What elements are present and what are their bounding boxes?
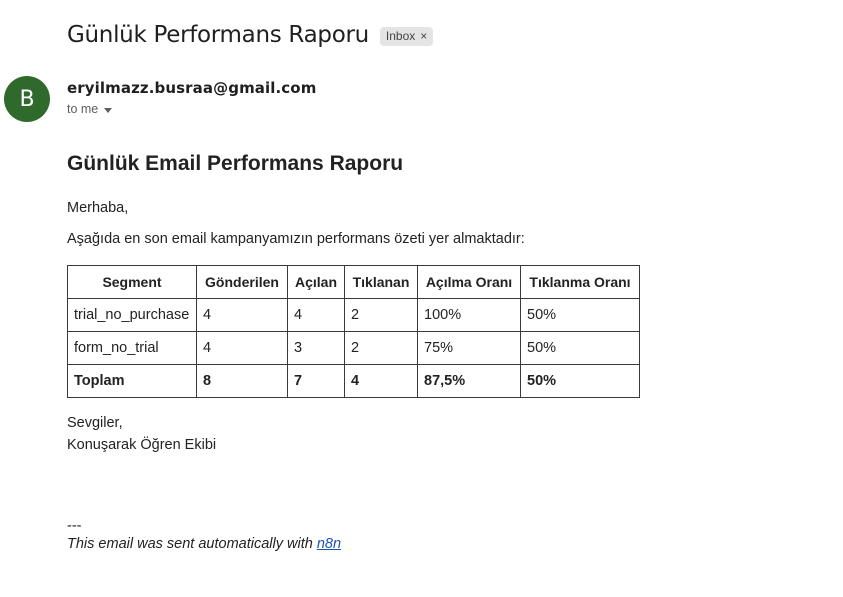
performance-table: Segment Gönderilen Açılan Tıklanan Açılm…	[67, 265, 640, 398]
header-clicked: Tıklanan	[344, 265, 418, 299]
header-sent: Gönderilen	[196, 265, 288, 299]
footer-note: This email was sent automatically with n…	[67, 536, 807, 552]
total-open-rate: 87,5%	[417, 364, 521, 398]
table-header-row: Segment Gönderilen Açılan Tıklanan Açılm…	[67, 265, 640, 299]
total-clicked: 4	[344, 364, 418, 398]
recipient-text: to me	[67, 102, 99, 116]
closing-salutation: Sevgiler,	[67, 415, 123, 431]
total-label: Toplam	[67, 364, 197, 398]
intro-text: Aşağıda en son email kampanyamızın perfo…	[67, 231, 525, 247]
cell-click-rate: 50%	[520, 331, 640, 365]
n8n-link[interactable]: n8n	[317, 536, 341, 552]
footer-text: This email was sent automatically with	[67, 536, 317, 552]
report-title: Günlük Email Performans Raporu	[67, 152, 404, 175]
cell-segment: form_no_trial	[67, 331, 197, 365]
cell-clicked: 2	[344, 331, 418, 365]
table-row: trial_no_purchase 4 4 2 100% 50%	[67, 298, 640, 332]
table-total-row: Toplam 8 7 4 87,5% 50%	[67, 364, 640, 398]
greeting-text: Merhaba,	[67, 200, 129, 216]
cell-opened: 4	[287, 298, 345, 332]
cell-open-rate: 100%	[417, 298, 521, 332]
total-click-rate: 50%	[520, 364, 640, 398]
subject-row: Günlük Performans Raporu Inbox ×	[67, 22, 434, 48]
closing-signature: Konuşarak Öğren Ekibi	[67, 437, 217, 453]
cell-opened: 3	[287, 331, 345, 365]
header-click-rate: Tıklanma Oranı	[520, 265, 640, 299]
header-segment: Segment	[67, 265, 197, 299]
email-subject: Günlük Performans Raporu	[67, 22, 369, 48]
cell-clicked: 2	[344, 298, 418, 332]
cell-segment: trial_no_purchase	[67, 298, 197, 332]
sender-avatar[interactable]: B	[4, 76, 50, 122]
inbox-label-chip[interactable]: Inbox ×	[379, 26, 434, 46]
remove-label-icon[interactable]: ×	[420, 29, 427, 43]
footer-separator: ---	[67, 518, 82, 534]
closing-block: Sevgiler, Konuşarak Öğren Ekibi	[67, 412, 807, 456]
table-row: form_no_trial 4 3 2 75% 50%	[67, 331, 640, 365]
header-opened: Açılan	[287, 265, 345, 299]
show-details-chevron-down-icon[interactable]	[104, 107, 113, 113]
recipient-line: to me	[67, 102, 113, 116]
sender-email[interactable]: eryilmazz.busraa@gmail.com	[67, 79, 316, 97]
cell-open-rate: 75%	[417, 331, 521, 365]
total-opened: 7	[287, 364, 345, 398]
cell-click-rate: 50%	[520, 298, 640, 332]
header-open-rate: Açılma Oranı	[417, 265, 521, 299]
cell-sent: 4	[196, 298, 288, 332]
email-body: Günlük Email Performans Raporu Merhaba, …	[67, 150, 807, 552]
cell-sent: 4	[196, 331, 288, 365]
total-sent: 8	[196, 364, 288, 398]
inbox-label-text: Inbox	[385, 28, 416, 43]
